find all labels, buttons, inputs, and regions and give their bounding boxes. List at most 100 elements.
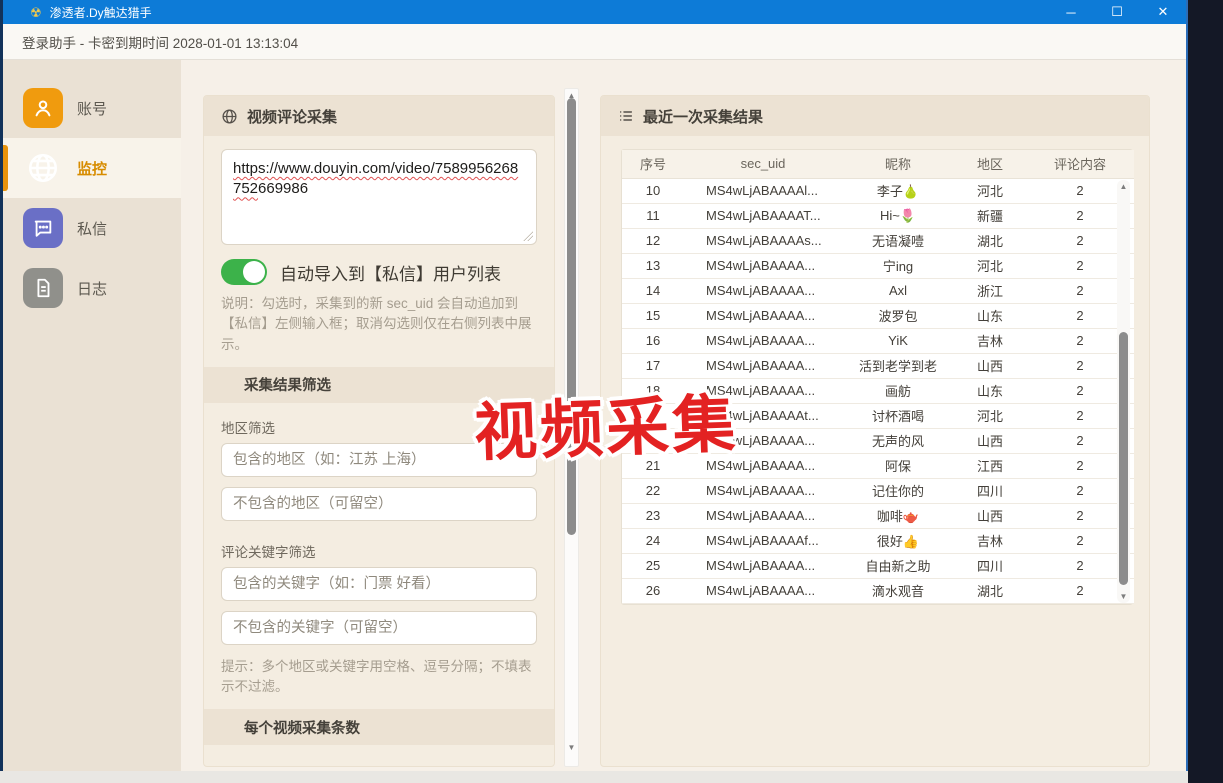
col-comments: 评论内容 xyxy=(1026,150,1134,178)
region-exclude-input[interactable] xyxy=(221,487,537,521)
row-nickname: 咖啡🫖 xyxy=(842,503,954,528)
row-sec-uid: MS4wLjABAAAA... xyxy=(684,278,842,303)
chat-icon xyxy=(23,208,63,248)
row-region: 湖北 xyxy=(954,228,1026,253)
filter-section-title: 采集结果筛选 xyxy=(204,367,554,403)
row-nickname: 讨杯酒喝 xyxy=(842,403,954,428)
row-nickname: 记住你的 xyxy=(842,478,954,503)
keyword-filter-label: 评论关键字筛选 xyxy=(221,541,537,561)
desktop: ☢ 渗透者.Dy触达猎手 ─ ☐ ✕ 登录助手 - 卡密到期时间 2028-01… xyxy=(0,0,1223,783)
row-seq: 11 xyxy=(622,203,684,228)
row-sec-uid: MS4wLjABAAAA... xyxy=(684,378,842,403)
table-row[interactable]: 26MS4wLjABAAAA...滴水观音湖北2 xyxy=(622,578,1134,603)
table-row[interactable]: 21MS4wLjABAAAA...阿保江西2 xyxy=(622,453,1134,478)
scrollbar-thumb[interactable] xyxy=(1119,332,1128,585)
row-seq: 19 xyxy=(622,403,684,428)
row-seq: 13 xyxy=(622,253,684,278)
taskbar-strip xyxy=(0,771,1188,783)
row-nickname: 阿保 xyxy=(842,453,954,478)
row-seq: 10 xyxy=(622,178,684,203)
auto-import-label: 自动导入到【私信】用户列表 xyxy=(280,260,501,285)
row-nickname: 滴水观音 xyxy=(842,578,954,603)
row-seq: 18 xyxy=(622,378,684,403)
table-row[interactable]: 15MS4wLjABAAAA...波罗包山东2 xyxy=(622,303,1134,328)
region-include-input[interactable] xyxy=(221,443,537,477)
row-sec-uid: MS4wLjABAAAA... xyxy=(684,428,842,453)
panel-title: 最近一次采集结果 xyxy=(643,106,763,127)
row-sec-uid: MS4wLjABAAAA... xyxy=(684,478,842,503)
row-sec-uid: MS4wLjABAAAAl... xyxy=(684,178,842,203)
row-sec-uid: MS4wLjABAAAA... xyxy=(684,453,842,478)
table-row[interactable]: 13MS4wLjABAAAA...宁ing河北2 xyxy=(622,253,1134,278)
row-region: 山西 xyxy=(954,428,1026,453)
table-row[interactable]: 14MS4wLjABAAAA...Axl浙江2 xyxy=(622,278,1134,303)
row-seq: 16 xyxy=(622,328,684,353)
window-controls: ─ ☐ ✕ xyxy=(1048,0,1186,24)
row-region: 河北 xyxy=(954,403,1026,428)
count-section-title: 每个视频采集条数 xyxy=(204,709,554,745)
sidebar-item-account[interactable]: 账号 xyxy=(3,78,181,138)
sidebar-item-messages[interactable]: 私信 xyxy=(3,198,181,258)
count-label: 每个视频前几条评论内监控 xyxy=(221,763,537,767)
sidebar-item-label: 私信 xyxy=(77,218,107,239)
row-sec-uid: MS4wLjABAAAAt... xyxy=(684,403,842,428)
table-row[interactable]: 17MS4wLjABAAAA...活到老学到老山西2 xyxy=(622,353,1134,378)
left-panel-scrollbar[interactable]: ▲ ▼ xyxy=(564,88,579,767)
scroll-up-icon[interactable]: ▲ xyxy=(1117,182,1130,191)
maximize-button[interactable]: ☐ xyxy=(1094,0,1140,24)
auto-import-toggle[interactable] xyxy=(221,259,267,285)
row-region: 吉林 xyxy=(954,528,1026,553)
scroll-down-icon[interactable]: ▼ xyxy=(1117,592,1130,601)
filter-tip: 提示：多个地区或关键字用空格、逗号分隔；不填表示不过滤。 xyxy=(221,657,537,698)
row-seq: 15 xyxy=(622,303,684,328)
row-region: 吉林 xyxy=(954,328,1026,353)
table-row[interactable]: 20MS4wLjABAAAA...无声的风山西2 xyxy=(622,428,1134,453)
scroll-down-icon[interactable]: ▼ xyxy=(565,743,578,752)
list-icon xyxy=(618,108,634,124)
table-row[interactable]: 19MS4wLjABAAAAt...讨杯酒喝河北2 xyxy=(622,403,1134,428)
scrollbar-thumb[interactable] xyxy=(567,98,576,535)
table-row[interactable]: 22MS4wLjABAAAA...记住你的四川2 xyxy=(622,478,1134,503)
sidebar-item-log[interactable]: 日志 xyxy=(3,258,181,318)
col-sec-uid: sec_uid xyxy=(684,150,842,178)
video-url-text-2: 669986 xyxy=(258,180,308,197)
login-status-bar: 登录助手 - 卡密到期时间 2028-01-01 13:13:04 xyxy=(3,24,1186,60)
row-region: 浙江 xyxy=(954,278,1026,303)
row-sec-uid: MS4wLjABAAAA... xyxy=(684,253,842,278)
results-table-container: 序号 sec_uid 昵称 地区 评论内容 10MS4wLjABAAAAl...… xyxy=(621,149,1133,605)
keyword-include-input[interactable] xyxy=(221,567,537,601)
video-url-textarea[interactable]: https://www.douyin.com/video/75899562687… xyxy=(221,149,537,245)
table-row[interactable]: 18MS4wLjABAAAA...画舫山东2 xyxy=(622,378,1134,403)
row-region: 江西 xyxy=(954,453,1026,478)
video-comment-collector-panel: 视频评论采集 https://www.douyin.com/video/7589… xyxy=(203,95,555,767)
app-title: 渗透者.Dy触达猎手 xyxy=(50,4,152,21)
row-seq: 23 xyxy=(622,503,684,528)
table-row[interactable]: 12MS4wLjABAAAAs...无语凝噎湖北2 xyxy=(622,228,1134,253)
minimize-button[interactable]: ─ xyxy=(1048,0,1094,24)
app-icon: ☢ xyxy=(30,6,42,19)
table-row[interactable]: 10MS4wLjABAAAAl...李子🍐河北2 xyxy=(622,178,1134,203)
col-seq: 序号 xyxy=(622,150,684,178)
row-region: 河北 xyxy=(954,253,1026,278)
row-seq: 20 xyxy=(622,428,684,453)
globe-icon xyxy=(23,148,63,188)
table-row[interactable]: 11MS4wLjABAAAAT...Hi~🌷新疆2 xyxy=(622,203,1134,228)
panel-title: 视频评论采集 xyxy=(247,106,337,127)
table-header-row: 序号 sec_uid 昵称 地区 评论内容 xyxy=(622,150,1134,178)
sidebar-item-monitor[interactable]: 监控 xyxy=(3,138,181,198)
table-row[interactable]: 16MS4wLjABAAAA...YiK吉林2 xyxy=(622,328,1134,353)
close-button[interactable]: ✕ xyxy=(1140,0,1186,24)
license-expiry-text: 登录助手 - 卡密到期时间 2028-01-01 13:13:04 xyxy=(22,32,298,52)
table-scrollbar[interactable]: ▲ ▼ xyxy=(1117,180,1130,603)
resize-grip[interactable] xyxy=(523,231,533,241)
row-sec-uid: MS4wLjABAAAA... xyxy=(684,328,842,353)
table-row[interactable]: 25MS4wLjABAAAA...自由新之助四川2 xyxy=(622,553,1134,578)
app-window: ☢ 渗透者.Dy触达猎手 ─ ☐ ✕ 登录助手 - 卡密到期时间 2028-01… xyxy=(0,0,1188,771)
results-table: 序号 sec_uid 昵称 地区 评论内容 10MS4wLjABAAAAl...… xyxy=(622,150,1134,604)
table-row[interactable]: 24MS4wLjABAAAAf...很好👍吉林2 xyxy=(622,528,1134,553)
table-row[interactable]: 23MS4wLjABAAAA...咖啡🫖山西2 xyxy=(622,503,1134,528)
row-nickname: Axl xyxy=(842,278,954,303)
sidebar-item-label: 监控 xyxy=(77,158,107,179)
keyword-exclude-input[interactable] xyxy=(221,611,537,645)
row-nickname: 波罗包 xyxy=(842,303,954,328)
